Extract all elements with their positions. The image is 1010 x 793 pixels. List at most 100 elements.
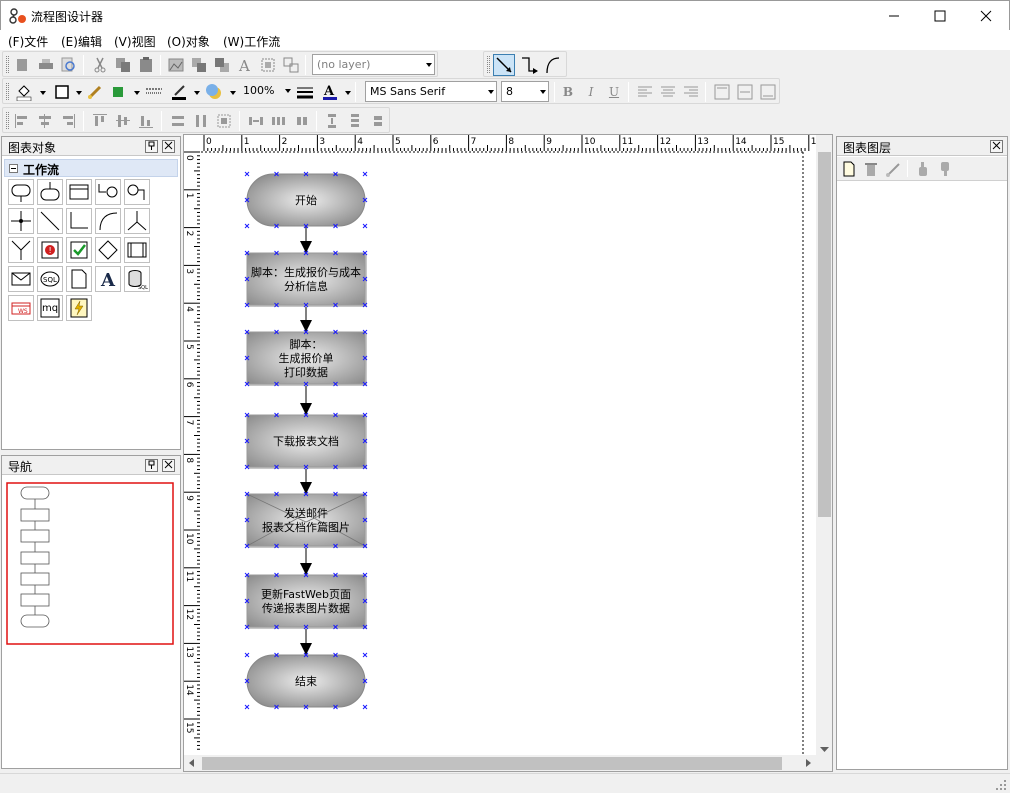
cut-button[interactable] [91,56,109,74]
process-shape[interactable] [246,252,366,306]
minimize-button[interactable] [871,1,917,31]
border-style-button[interactable] [53,83,71,101]
shape-process[interactable] [66,179,92,205]
shape-subprocess[interactable] [124,237,150,263]
navigator-preview[interactable] [6,482,176,646]
send-back-button[interactable] [213,56,231,74]
copy-button[interactable] [114,56,132,74]
line-style-button[interactable] [145,83,163,101]
close-panel-button[interactable] [990,140,1003,153]
shapes-group-header[interactable]: 工作流 [4,159,178,177]
same-size-button[interactable] [215,112,233,130]
toolbar-grip[interactable] [6,83,9,100]
ungroup-button[interactable] [282,56,300,74]
text-tool-button[interactable]: A [236,56,254,74]
paste-button[interactable] [137,56,155,74]
shape-start-node[interactable] [37,179,63,205]
shape-end-connector[interactable] [124,179,150,205]
align-tops-button[interactable] [91,112,109,130]
space-remove-button[interactable] [293,112,311,130]
edit-layer-button[interactable] [884,160,902,178]
font-name-select[interactable]: MS Sans Serif [365,81,497,102]
vertical-scroll-thumb[interactable] [818,152,831,517]
space-vertical-button[interactable] [323,112,341,130]
line-color-button[interactable] [170,83,188,101]
image-button[interactable] [167,56,185,74]
toolbar-grip[interactable] [6,112,9,129]
shape-elbow-line[interactable] [66,208,92,234]
italic-button[interactable]: I [582,83,600,101]
new-layer-button[interactable] [840,160,858,178]
shape-straight-line[interactable] [37,208,63,234]
maximize-button[interactable] [917,1,963,31]
horizontal-scroll-thumb[interactable] [202,757,782,770]
curve-connector-button[interactable] [544,56,562,74]
menu-edit[interactable]: (E)编辑 [61,33,102,50]
shape-text[interactable]: A [95,266,121,292]
same-width-button[interactable] [169,112,187,130]
delete-layer-button[interactable] [862,160,880,178]
process-shape[interactable] [246,574,366,628]
underline-button[interactable]: U [605,83,623,101]
shadow-dropdown-icon[interactable] [230,91,236,95]
space-equal-button[interactable] [270,112,288,130]
valign-middle-button[interactable] [736,83,754,101]
pin-button[interactable] [145,459,158,472]
menu-view[interactable]: (V)视图 [114,33,156,50]
space-vertical-remove-button[interactable] [369,112,387,130]
print-preview-button[interactable] [59,56,77,74]
shape-fork[interactable] [124,208,150,234]
shape-email[interactable] [8,266,34,292]
flow-node[interactable]: 脚本：生成报价与成本分析信息 [244,250,368,308]
group-button[interactable] [259,56,277,74]
align-center-button[interactable] [659,83,677,101]
shape-database-sql[interactable]: SQL [124,266,150,292]
align-centers-button[interactable] [36,112,54,130]
pin-button[interactable] [145,140,158,153]
shape-sql[interactable]: SQL [37,266,63,292]
shape-web-service[interactable]: WS [8,295,34,321]
align-lefts-button[interactable] [13,112,31,130]
brush-button[interactable] [86,83,104,101]
shape-curve-line[interactable] [95,208,121,234]
font-color-dropdown-icon[interactable] [345,91,351,95]
font-color-button[interactable]: A [321,83,339,101]
shape-document[interactable] [66,266,92,292]
line-color-dropdown-icon[interactable] [194,91,200,95]
space-vertical-equal-button[interactable] [346,112,364,130]
shape-alert[interactable]: ! [37,237,63,263]
layer-up-button[interactable] [914,160,932,178]
print-button[interactable] [37,56,55,74]
font-size-select[interactable]: 8 [501,81,549,102]
shape-message-queue[interactable]: mq [37,295,63,321]
flow-node[interactable]: 开始 [244,171,368,229]
resize-grip-icon[interactable] [995,779,1007,791]
align-bottoms-button[interactable] [137,112,155,130]
space-horizontal-button[interactable] [247,112,265,130]
align-left-button[interactable] [636,83,654,101]
layer-down-button[interactable] [936,160,954,178]
shadow-button[interactable] [205,83,223,101]
menu-object[interactable]: (O)对象 [167,33,210,50]
shape-script[interactable] [66,295,92,321]
toolbar-grip[interactable] [6,56,9,73]
bold-button[interactable]: B [559,83,577,101]
elbow-connector-button[interactable] [521,56,539,74]
shape-color-dropdown-icon[interactable] [134,91,140,95]
shape-color-button[interactable] [109,83,127,101]
close-panel-button[interactable] [162,140,175,153]
flow-node[interactable]: 下载报表文档 [244,412,368,470]
shape-junction[interactable] [8,208,34,234]
line-connector-button[interactable] [493,54,515,76]
close-panel-button[interactable] [162,459,175,472]
diagram-surface[interactable]: 012345678910111213141516 012345678910111… [184,135,833,772]
process-shape[interactable] [246,493,366,547]
menu-file[interactable]: (F)文件 [8,33,48,50]
flow-node[interactable]: 结束 [244,652,368,710]
same-height-button[interactable] [192,112,210,130]
flow-node[interactable]: 发送邮件报表文档作篇图片 [244,491,368,549]
layer-select[interactable]: (no layer) [312,54,435,75]
zoom-select[interactable]: 100% [239,81,293,102]
border-dropdown-icon[interactable] [76,91,82,95]
close-button[interactable] [963,1,1009,31]
